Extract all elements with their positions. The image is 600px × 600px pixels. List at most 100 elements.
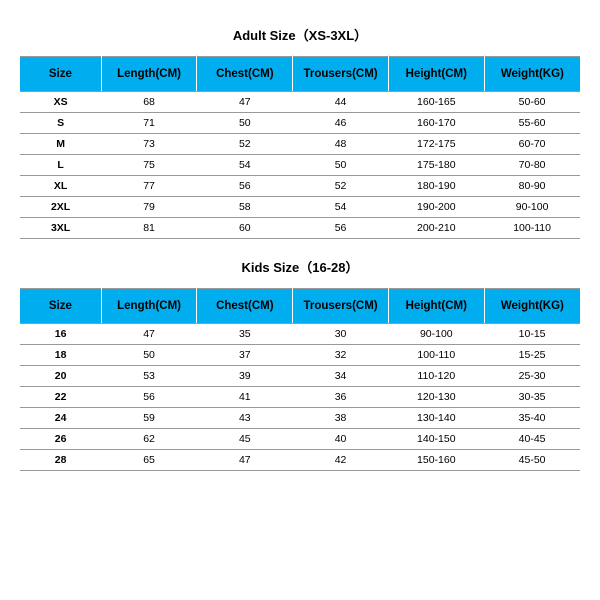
kids-title: Kids Size（16-28） <box>20 257 580 276</box>
cell-size: 18 <box>20 345 101 366</box>
table-row: S715046160-17055-60 <box>20 113 580 134</box>
cell-height: 175-180 <box>388 155 484 176</box>
cell-length: 56 <box>101 387 197 408</box>
cell-trousers: 34 <box>293 366 389 387</box>
adult-title: Adult Size（XS-3XL） <box>20 25 580 44</box>
cell-trousers: 46 <box>293 113 389 134</box>
cell-length: 62 <box>101 429 197 450</box>
cell-weight: 25-30 <box>484 366 580 387</box>
table-row: 20533934110-12025-30 <box>20 366 580 387</box>
cell-size: L <box>20 155 101 176</box>
cell-length: 75 <box>101 155 197 176</box>
cell-chest: 56 <box>197 176 293 197</box>
cell-weight: 30-35 <box>484 387 580 408</box>
cell-size: 28 <box>20 450 101 471</box>
cell-weight: 40-45 <box>484 429 580 450</box>
cell-trousers: 30 <box>293 324 389 345</box>
table-row: 3XL816056200-210100-110 <box>20 218 580 239</box>
table-row: XS684744160-16550-60 <box>20 92 580 113</box>
header-chest: Chest(CM) <box>197 289 293 324</box>
header-size: Size <box>20 57 101 92</box>
kids-header-row: Size Length(CM) Chest(CM) Trousers(CM) H… <box>20 289 580 324</box>
cell-weight: 35-40 <box>484 408 580 429</box>
cell-height: 200-210 <box>388 218 484 239</box>
table-row: M735248172-17560-70 <box>20 134 580 155</box>
cell-chest: 39 <box>197 366 293 387</box>
header-weight: Weight(KG) <box>484 57 580 92</box>
cell-weight: 10-15 <box>484 324 580 345</box>
cell-size: XL <box>20 176 101 197</box>
cell-chest: 43 <box>197 408 293 429</box>
header-length: Length(CM) <box>101 289 197 324</box>
cell-weight: 45-50 <box>484 450 580 471</box>
cell-height: 90-100 <box>388 324 484 345</box>
cell-trousers: 40 <box>293 429 389 450</box>
cell-trousers: 44 <box>293 92 389 113</box>
cell-size: 16 <box>20 324 101 345</box>
cell-size: 24 <box>20 408 101 429</box>
cell-length: 65 <box>101 450 197 471</box>
cell-height: 130-140 <box>388 408 484 429</box>
cell-size: 2XL <box>20 197 101 218</box>
table-row: 1647353090-10010-15 <box>20 324 580 345</box>
cell-weight: 100-110 <box>484 218 580 239</box>
table-row: 2XL795854190-20090-100 <box>20 197 580 218</box>
header-trousers: Trousers(CM) <box>293 57 389 92</box>
header-size: Size <box>20 289 101 324</box>
cell-length: 59 <box>101 408 197 429</box>
cell-chest: 50 <box>197 113 293 134</box>
header-trousers: Trousers(CM) <box>293 289 389 324</box>
kids-table: Size Length(CM) Chest(CM) Trousers(CM) H… <box>20 288 580 471</box>
header-chest: Chest(CM) <box>197 57 293 92</box>
cell-weight: 80-90 <box>484 176 580 197</box>
cell-trousers: 38 <box>293 408 389 429</box>
table-row: 22564136120-13030-35 <box>20 387 580 408</box>
cell-length: 79 <box>101 197 197 218</box>
cell-chest: 45 <box>197 429 293 450</box>
cell-size: XS <box>20 92 101 113</box>
table-row: XL775652180-19080-90 <box>20 176 580 197</box>
cell-trousers: 36 <box>293 387 389 408</box>
cell-length: 68 <box>101 92 197 113</box>
cell-height: 150-160 <box>388 450 484 471</box>
cell-trousers: 50 <box>293 155 389 176</box>
header-length: Length(CM) <box>101 57 197 92</box>
table-row: L755450175-18070-80 <box>20 155 580 176</box>
cell-weight: 70-80 <box>484 155 580 176</box>
cell-trousers: 42 <box>293 450 389 471</box>
adult-table: Size Length(CM) Chest(CM) Trousers(CM) H… <box>20 56 580 239</box>
cell-height: 120-130 <box>388 387 484 408</box>
table-row: 24594338130-14035-40 <box>20 408 580 429</box>
cell-length: 73 <box>101 134 197 155</box>
table-row: 26624540140-15040-45 <box>20 429 580 450</box>
cell-length: 71 <box>101 113 197 134</box>
cell-chest: 58 <box>197 197 293 218</box>
cell-trousers: 56 <box>293 218 389 239</box>
cell-chest: 47 <box>197 450 293 471</box>
cell-length: 53 <box>101 366 197 387</box>
cell-chest: 52 <box>197 134 293 155</box>
cell-trousers: 32 <box>293 345 389 366</box>
cell-weight: 60-70 <box>484 134 580 155</box>
cell-chest: 35 <box>197 324 293 345</box>
header-height: Height(CM) <box>388 289 484 324</box>
cell-weight: 50-60 <box>484 92 580 113</box>
cell-weight: 15-25 <box>484 345 580 366</box>
cell-height: 100-110 <box>388 345 484 366</box>
cell-size: S <box>20 113 101 134</box>
cell-weight: 55-60 <box>484 113 580 134</box>
cell-size: M <box>20 134 101 155</box>
cell-size: 20 <box>20 366 101 387</box>
cell-height: 172-175 <box>388 134 484 155</box>
cell-chest: 37 <box>197 345 293 366</box>
cell-length: 47 <box>101 324 197 345</box>
cell-size: 22 <box>20 387 101 408</box>
cell-length: 81 <box>101 218 197 239</box>
cell-size: 26 <box>20 429 101 450</box>
table-row: 28654742150-16045-50 <box>20 450 580 471</box>
cell-height: 140-150 <box>388 429 484 450</box>
cell-chest: 54 <box>197 155 293 176</box>
cell-size: 3XL <box>20 218 101 239</box>
cell-trousers: 52 <box>293 176 389 197</box>
cell-height: 160-165 <box>388 92 484 113</box>
